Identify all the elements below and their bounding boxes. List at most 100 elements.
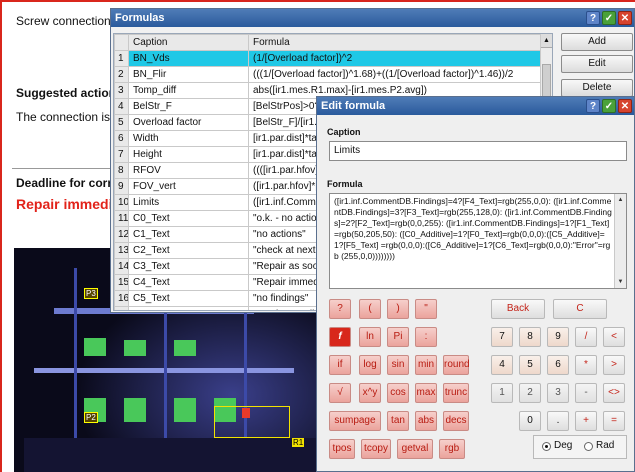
scrollbar-thumb[interactable]: [542, 64, 551, 98]
key-cos[interactable]: cos: [387, 383, 409, 403]
help-icon[interactable]: ?: [586, 11, 600, 25]
formula-scrollbar[interactable]: ▲ ▼: [614, 194, 626, 288]
formulas-title: Formulas: [115, 12, 165, 24]
key-decimal[interactable]: .: [547, 411, 569, 431]
row-caption: Tomp_diff: [128, 82, 249, 99]
key-divide[interactable]: /: [575, 327, 597, 347]
deg-radio[interactable]: [542, 442, 551, 451]
row-caption: Limits: [128, 194, 249, 211]
key-3[interactable]: 3: [547, 383, 569, 403]
key-round[interactable]: round: [443, 355, 470, 375]
marker-p2[interactable]: P2: [84, 412, 98, 423]
key-0[interactable]: 0: [519, 411, 541, 431]
key-greater-than[interactable]: >: [603, 355, 625, 375]
key-rgb[interactable]: rgb: [439, 439, 465, 459]
key-close-paren[interactable]: ): [387, 299, 409, 319]
clear-button[interactable]: C: [553, 299, 607, 319]
key-5[interactable]: 5: [519, 355, 541, 375]
help-icon[interactable]: ?: [586, 99, 600, 113]
checkmark-icon[interactable]: ✓: [602, 11, 616, 25]
key-power[interactable]: x^y: [359, 383, 381, 403]
back-button[interactable]: Back: [491, 299, 545, 319]
row-number: 1: [114, 50, 129, 67]
row-caption: C6_Text: [128, 306, 249, 310]
row-number: 4: [114, 98, 129, 115]
row-caption: C5_Text: [128, 290, 249, 307]
row-number: 14: [114, 258, 129, 275]
key-multiply[interactable]: *: [575, 355, 597, 375]
row-number: 8: [114, 162, 129, 179]
key-7[interactable]: 7: [491, 327, 513, 347]
scroll-down-icon[interactable]: ▼: [615, 277, 626, 287]
key-log[interactable]: log: [359, 355, 381, 375]
key-decs[interactable]: decs: [443, 411, 469, 431]
key-equals[interactable]: =: [603, 411, 625, 431]
function-icon[interactable]: f: [329, 327, 351, 347]
key-pi[interactable]: Pi: [387, 327, 409, 347]
column-header-caption[interactable]: Caption: [128, 34, 249, 51]
key-4[interactable]: 4: [491, 355, 513, 375]
row-number: 5: [114, 114, 129, 131]
key-not-equal[interactable]: <>: [603, 383, 625, 403]
report-text-connection: The connection is: [16, 110, 111, 124]
add-button[interactable]: Add: [561, 33, 633, 51]
key-abs[interactable]: abs: [415, 411, 437, 431]
scroll-up-icon[interactable]: ▲: [615, 195, 626, 205]
key-quote[interactable]: ": [415, 299, 437, 319]
key-tpos[interactable]: tpos: [329, 439, 355, 459]
edit-window-controls: ? ✓ ✕: [586, 99, 632, 113]
key-1[interactable]: 1: [491, 383, 513, 403]
edit-formula-titlebar[interactable]: Edit formula ? ✓ ✕: [317, 97, 634, 115]
key-if[interactable]: if: [329, 355, 351, 375]
row-caption: BN_Flir: [128, 66, 249, 83]
key-9[interactable]: 9: [547, 327, 569, 347]
roi-box-r1[interactable]: [214, 406, 290, 438]
column-header-formula[interactable]: Formula: [248, 34, 543, 51]
row-number: 2: [114, 66, 129, 83]
key-colon[interactable]: :: [415, 327, 437, 347]
key-sqrt[interactable]: √: [329, 383, 351, 403]
formulas-titlebar[interactable]: Formulas ? ✓ ✕: [111, 9, 634, 27]
caption-input[interactable]: Limits: [329, 141, 627, 161]
marker-p3[interactable]: P3: [84, 288, 98, 299]
key-6[interactable]: 6: [547, 355, 569, 375]
row-caption: C4_Text: [128, 274, 249, 291]
close-icon[interactable]: ✕: [618, 99, 632, 113]
row-caption: Overload factor: [128, 114, 249, 131]
delete-button[interactable]: Delete: [561, 79, 633, 97]
caption-label: Caption: [327, 127, 361, 137]
table-row[interactable]: 1 BN_Vds (1/[Overload factor])^2: [114, 50, 543, 67]
key-question[interactable]: ?: [329, 299, 351, 319]
edit-button[interactable]: Edit: [561, 55, 633, 73]
key-tan[interactable]: tan: [387, 411, 409, 431]
key-less-than[interactable]: <: [603, 327, 625, 347]
key-tcopy[interactable]: tcopy: [361, 439, 391, 459]
row-formula: (1/[Overload factor])^2: [248, 50, 543, 67]
key-minus[interactable]: -: [575, 383, 597, 403]
row-number: 17: [114, 306, 129, 310]
key-8[interactable]: 8: [519, 327, 541, 347]
key-min[interactable]: min: [415, 355, 437, 375]
key-2[interactable]: 2: [519, 383, 541, 403]
key-ln[interactable]: ln: [359, 327, 381, 347]
row-caption: Width: [128, 130, 249, 147]
scroll-up-icon[interactable]: ▲: [541, 34, 552, 48]
key-getval[interactable]: getval: [397, 439, 433, 459]
formula-label: Formula: [327, 179, 363, 189]
key-plus[interactable]: +: [575, 411, 597, 431]
row-number: 9: [114, 178, 129, 195]
key-open-paren[interactable]: (: [359, 299, 381, 319]
key-max[interactable]: max: [415, 383, 437, 403]
formula-textarea[interactable]: ([ir1.inf.CommentDB.Findings]=4?[F4_Text…: [329, 193, 627, 289]
key-trunc[interactable]: trunc: [443, 383, 469, 403]
row-number: 7: [114, 146, 129, 163]
heading-suggested-action: Suggested action: [16, 86, 117, 100]
checkmark-icon[interactable]: ✓: [602, 99, 616, 113]
key-sumpage[interactable]: sumpage: [329, 411, 381, 431]
close-icon[interactable]: ✕: [618, 11, 632, 25]
key-sin[interactable]: sin: [387, 355, 409, 375]
table-row[interactable]: 2 BN_Flir (((1/[Overload factor])^1.68)+((…: [114, 66, 543, 83]
row-caption: C2_Text: [128, 242, 249, 259]
rad-radio[interactable]: [584, 442, 593, 451]
edit-formula-window: Edit formula ? ✓ ✕ Caption Limits Formul…: [316, 96, 635, 472]
